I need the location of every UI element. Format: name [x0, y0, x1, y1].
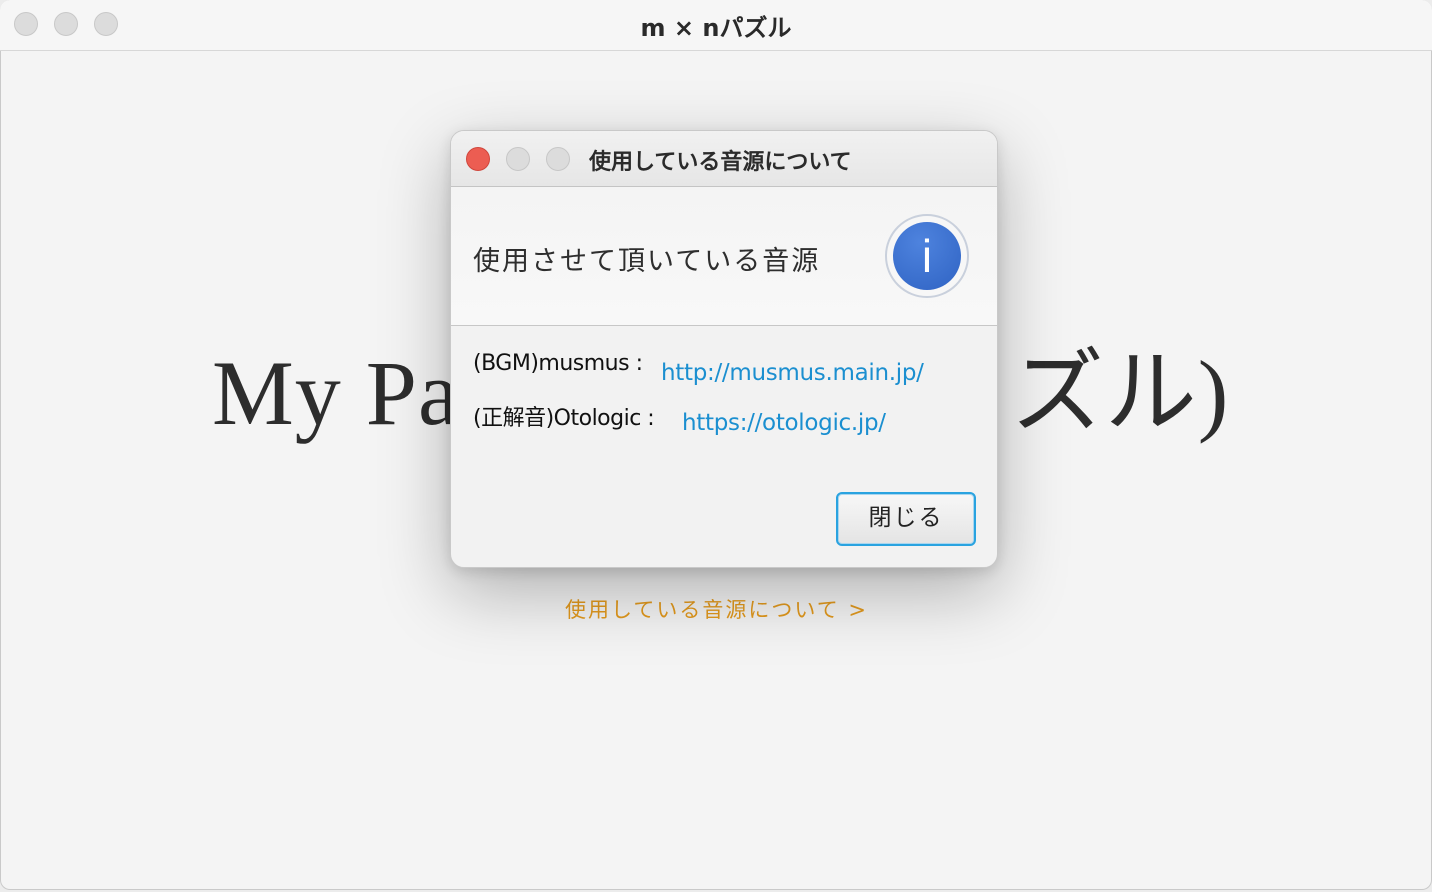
sfx-credit-link[interactable]: https://otologic.jp/: [682, 410, 886, 436]
info-icon-glyph: i: [893, 222, 961, 290]
info-icon: i: [885, 214, 969, 298]
title-bar: m × nパズル: [0, 0, 1432, 51]
bgm-credit-link[interactable]: http://musmus.main.jp/: [661, 360, 924, 386]
app-window: m × nパズル My Pa ズル) 使用している音源について > 使用している…: [0, 0, 1432, 890]
dialog-zoom-dot[interactable]: [546, 147, 570, 171]
dialog-minimize-dot[interactable]: [506, 147, 530, 171]
dialog-title-bar: 使用している音源について: [451, 131, 997, 187]
dialog-close-dot[interactable]: [466, 147, 490, 171]
dialog-header: 使用させて頂いている音源 i: [451, 187, 997, 326]
dialog-title: 使用している音源について: [589, 150, 852, 175]
sound-info-dialog: 使用している音源について 使用させて頂いている音源 i (BGM)musmus …: [450, 130, 998, 568]
sound-info-link[interactable]: 使用している音源について >: [565, 594, 868, 624]
sfx-credit-label: (正解音)Otologic :: [473, 406, 655, 431]
dialog-header-text: 使用させて頂いている音源: [473, 246, 821, 277]
close-button[interactable]: 閉じる: [836, 492, 976, 546]
bgm-credit-label: (BGM)musmus :: [473, 351, 643, 376]
window-title: m × nパズル: [640, 14, 792, 42]
